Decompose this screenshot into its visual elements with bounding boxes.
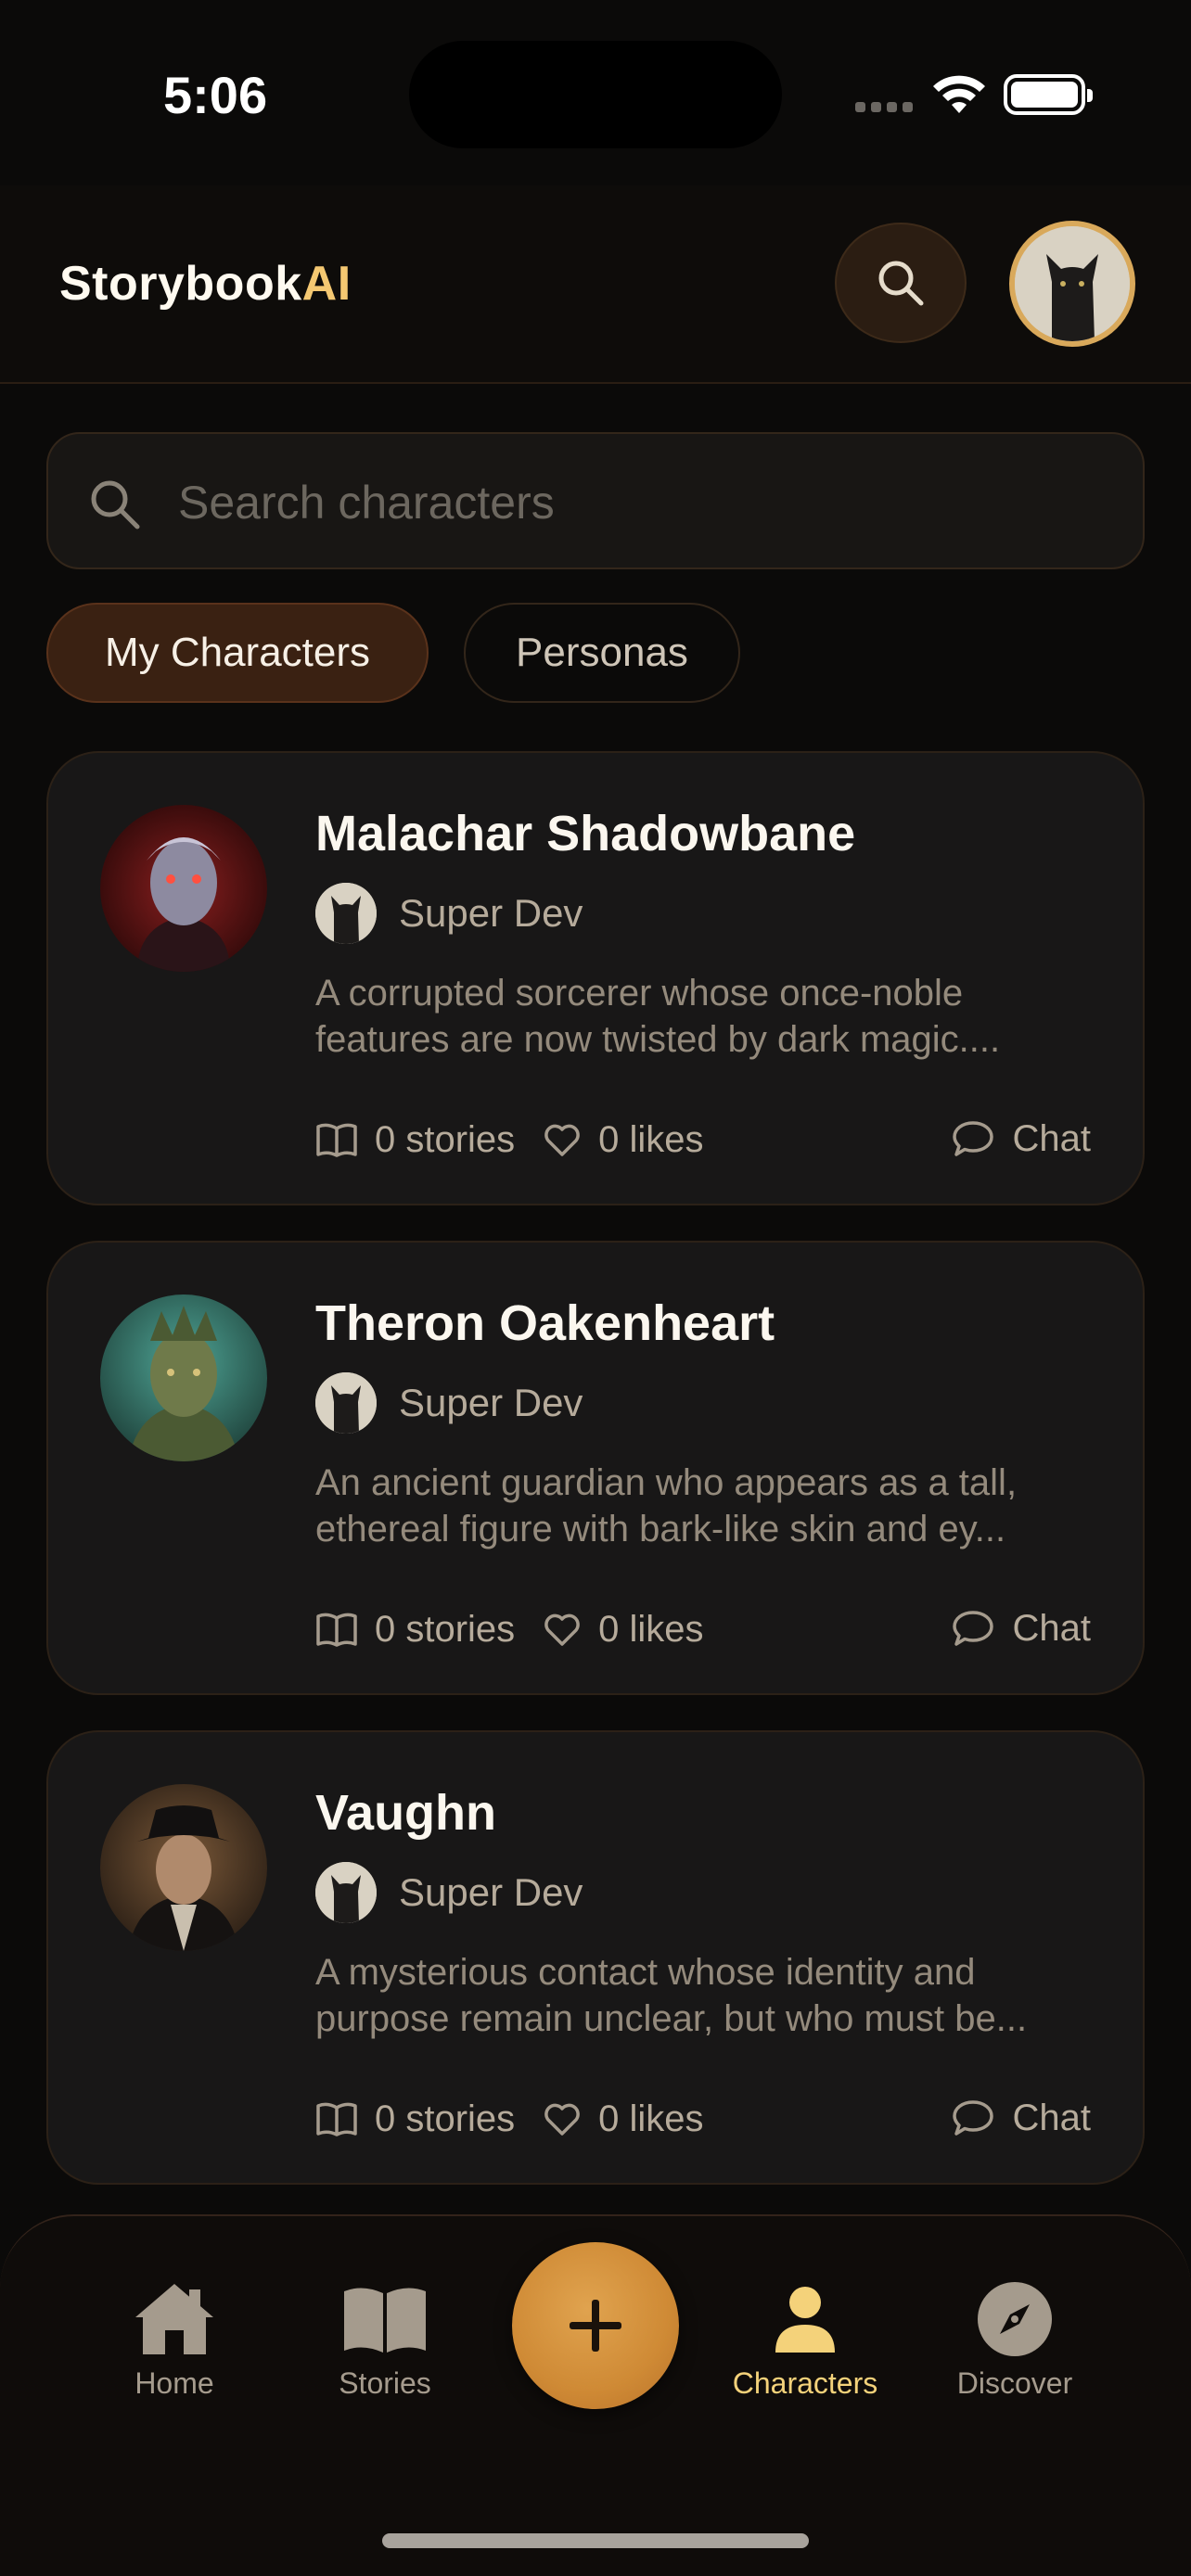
creator-name: Super Dev [399,1381,583,1424]
chat-bubble-icon [952,1611,993,1646]
creator-row: Super Dev [315,883,583,944]
chat-button[interactable]: Chat [952,1600,1092,1656]
character-description: A corrupted sorcerer whose once-noble fe… [315,970,1104,1063]
character-avatar [100,805,267,972]
creator-avatar [315,883,377,944]
create-button[interactable] [512,2242,679,2409]
home-indicator [382,2533,809,2548]
stories-count: 0 stories [375,1608,516,1650]
chat-bubble-icon [952,2100,993,2136]
status-bar: 5:06 [0,0,1191,185]
description-line: purpose remain unclear, but who must be.… [315,1998,1028,2039]
likes-stat: 0 likes [543,1608,704,1651]
stories-stat: 0 stories [315,1609,515,1651]
stats-row: 0 stories 0 likes [315,1604,732,1654]
cat-avatar-icon [315,1862,377,1923]
stories-count: 0 stories [375,1118,516,1160]
character-avatar [100,1294,267,1461]
heart-icon [544,1124,580,1156]
character-name: Theron Oakenheart [315,1295,775,1351]
heart-icon [544,1613,580,1646]
likes-stat: 0 likes [543,2098,704,2140]
likes-count: 0 likes [598,2098,704,2139]
chat-bubble-icon [952,1121,993,1156]
creator-row: Super Dev [315,1372,583,1434]
character-card[interactable]: Theron Oakenheart Super Dev An ancient g… [46,1241,1145,1695]
likes-count: 0 likes [598,1118,704,1160]
chat-label: Chat [1012,1607,1092,1649]
stats-row: 0 stories 0 likes [315,1115,732,1165]
stories-count: 0 stories [375,2098,516,2139]
book-icon [316,1123,357,1157]
likes-stat: 0 likes [543,1118,704,1161]
tab-personas[interactable]: Personas [464,603,740,703]
character-card[interactable]: Vaughn Super Dev A mysterious contact wh… [46,1730,1145,2185]
description-line: A corrupted sorcerer whose once-noble [315,973,964,1014]
description-line: An ancient guardian who appears as a tal… [315,1462,1018,1503]
nav-label: Stories [339,2366,431,2400]
wifi-icon [933,75,985,113]
character-card[interactable]: Malachar Shadowbane Super Dev A corrupte… [46,751,1145,1205]
plus-icon [570,2300,621,2352]
search-bar [46,432,1145,569]
stories-stat: 0 stories [315,2098,515,2140]
character-name: Vaughn [315,1785,497,1841]
search-input[interactable] [178,462,1106,543]
profile-avatar[interactable] [1009,221,1135,347]
character-description: An ancient guardian who appears as a tal… [315,1460,1104,1552]
book-icon [316,2102,357,2136]
nav-label: Discover [956,2366,1073,2400]
heart-icon [544,2103,580,2136]
character-name: Malachar Shadowbane [315,806,856,861]
nav-label: Characters [732,2366,878,2400]
sorcerer-portrait-icon [100,805,267,972]
screen: 5:06 StorybookAI Search characters My Ch… [0,0,1191,2576]
character-avatar [100,1784,267,1951]
app-logo: StorybookAI [59,256,352,312]
stats-row: 0 stories 0 likes [315,2094,732,2144]
description-line: A mysterious contact whose identity and [315,1952,976,1993]
cat-avatar-icon [315,883,377,944]
nav-item-stories[interactable]: Stories [292,2277,478,2417]
status-time: 5:06 [163,66,268,124]
likes-count: 0 likes [598,1608,704,1650]
battery-icon [1004,74,1093,115]
dynamic-island [409,41,782,148]
logo-accent-text: AI [301,257,352,311]
creator-row: Super Dev [315,1862,583,1923]
person-icon [759,2277,852,2361]
chat-label: Chat [1012,1117,1092,1159]
description-line: features are now twisted by dark magic..… [315,1019,1001,1060]
creator-avatar [315,1372,377,1434]
chat-button[interactable]: Chat [952,2090,1092,2146]
chat-label: Chat [1012,2097,1092,2138]
search-icon [878,261,924,306]
nav-item-discover[interactable]: Discover [922,2277,1108,2417]
tree-guardian-portrait-icon [100,1294,267,1461]
chat-button[interactable]: Chat [952,1111,1092,1167]
nav-item-home[interactable]: Home [82,2277,267,2417]
creator-name: Super Dev [399,1870,583,1914]
cellular-signal-icon [855,102,913,115]
nav-item-characters[interactable]: Characters [712,2277,898,2417]
home-icon [128,2277,221,2361]
book-icon [316,1613,357,1647]
compass-icon [968,2277,1061,2361]
app-header: StorybookAI [0,185,1191,384]
search-icon [91,480,140,529]
description-line: ethereal figure with bark-like skin and … [315,1509,1006,1549]
bottom-nav: Home Stories Characters Discover [0,2214,1191,2576]
tab-my-characters[interactable]: My Characters [46,603,429,703]
nav-label: Home [134,2366,214,2400]
creator-name: Super Dev [399,891,583,935]
cat-avatar-icon [315,1372,377,1434]
character-description: A mysterious contact whose identity and … [315,1949,1104,2042]
creator-avatar [315,1862,377,1923]
cat-avatar-icon [1015,226,1130,341]
header-search-button[interactable] [835,223,967,343]
stories-stat: 0 stories [315,1119,515,1161]
book-icon [339,2277,431,2361]
detective-portrait-icon [100,1784,267,1951]
logo-text: Storybook [59,257,302,311]
